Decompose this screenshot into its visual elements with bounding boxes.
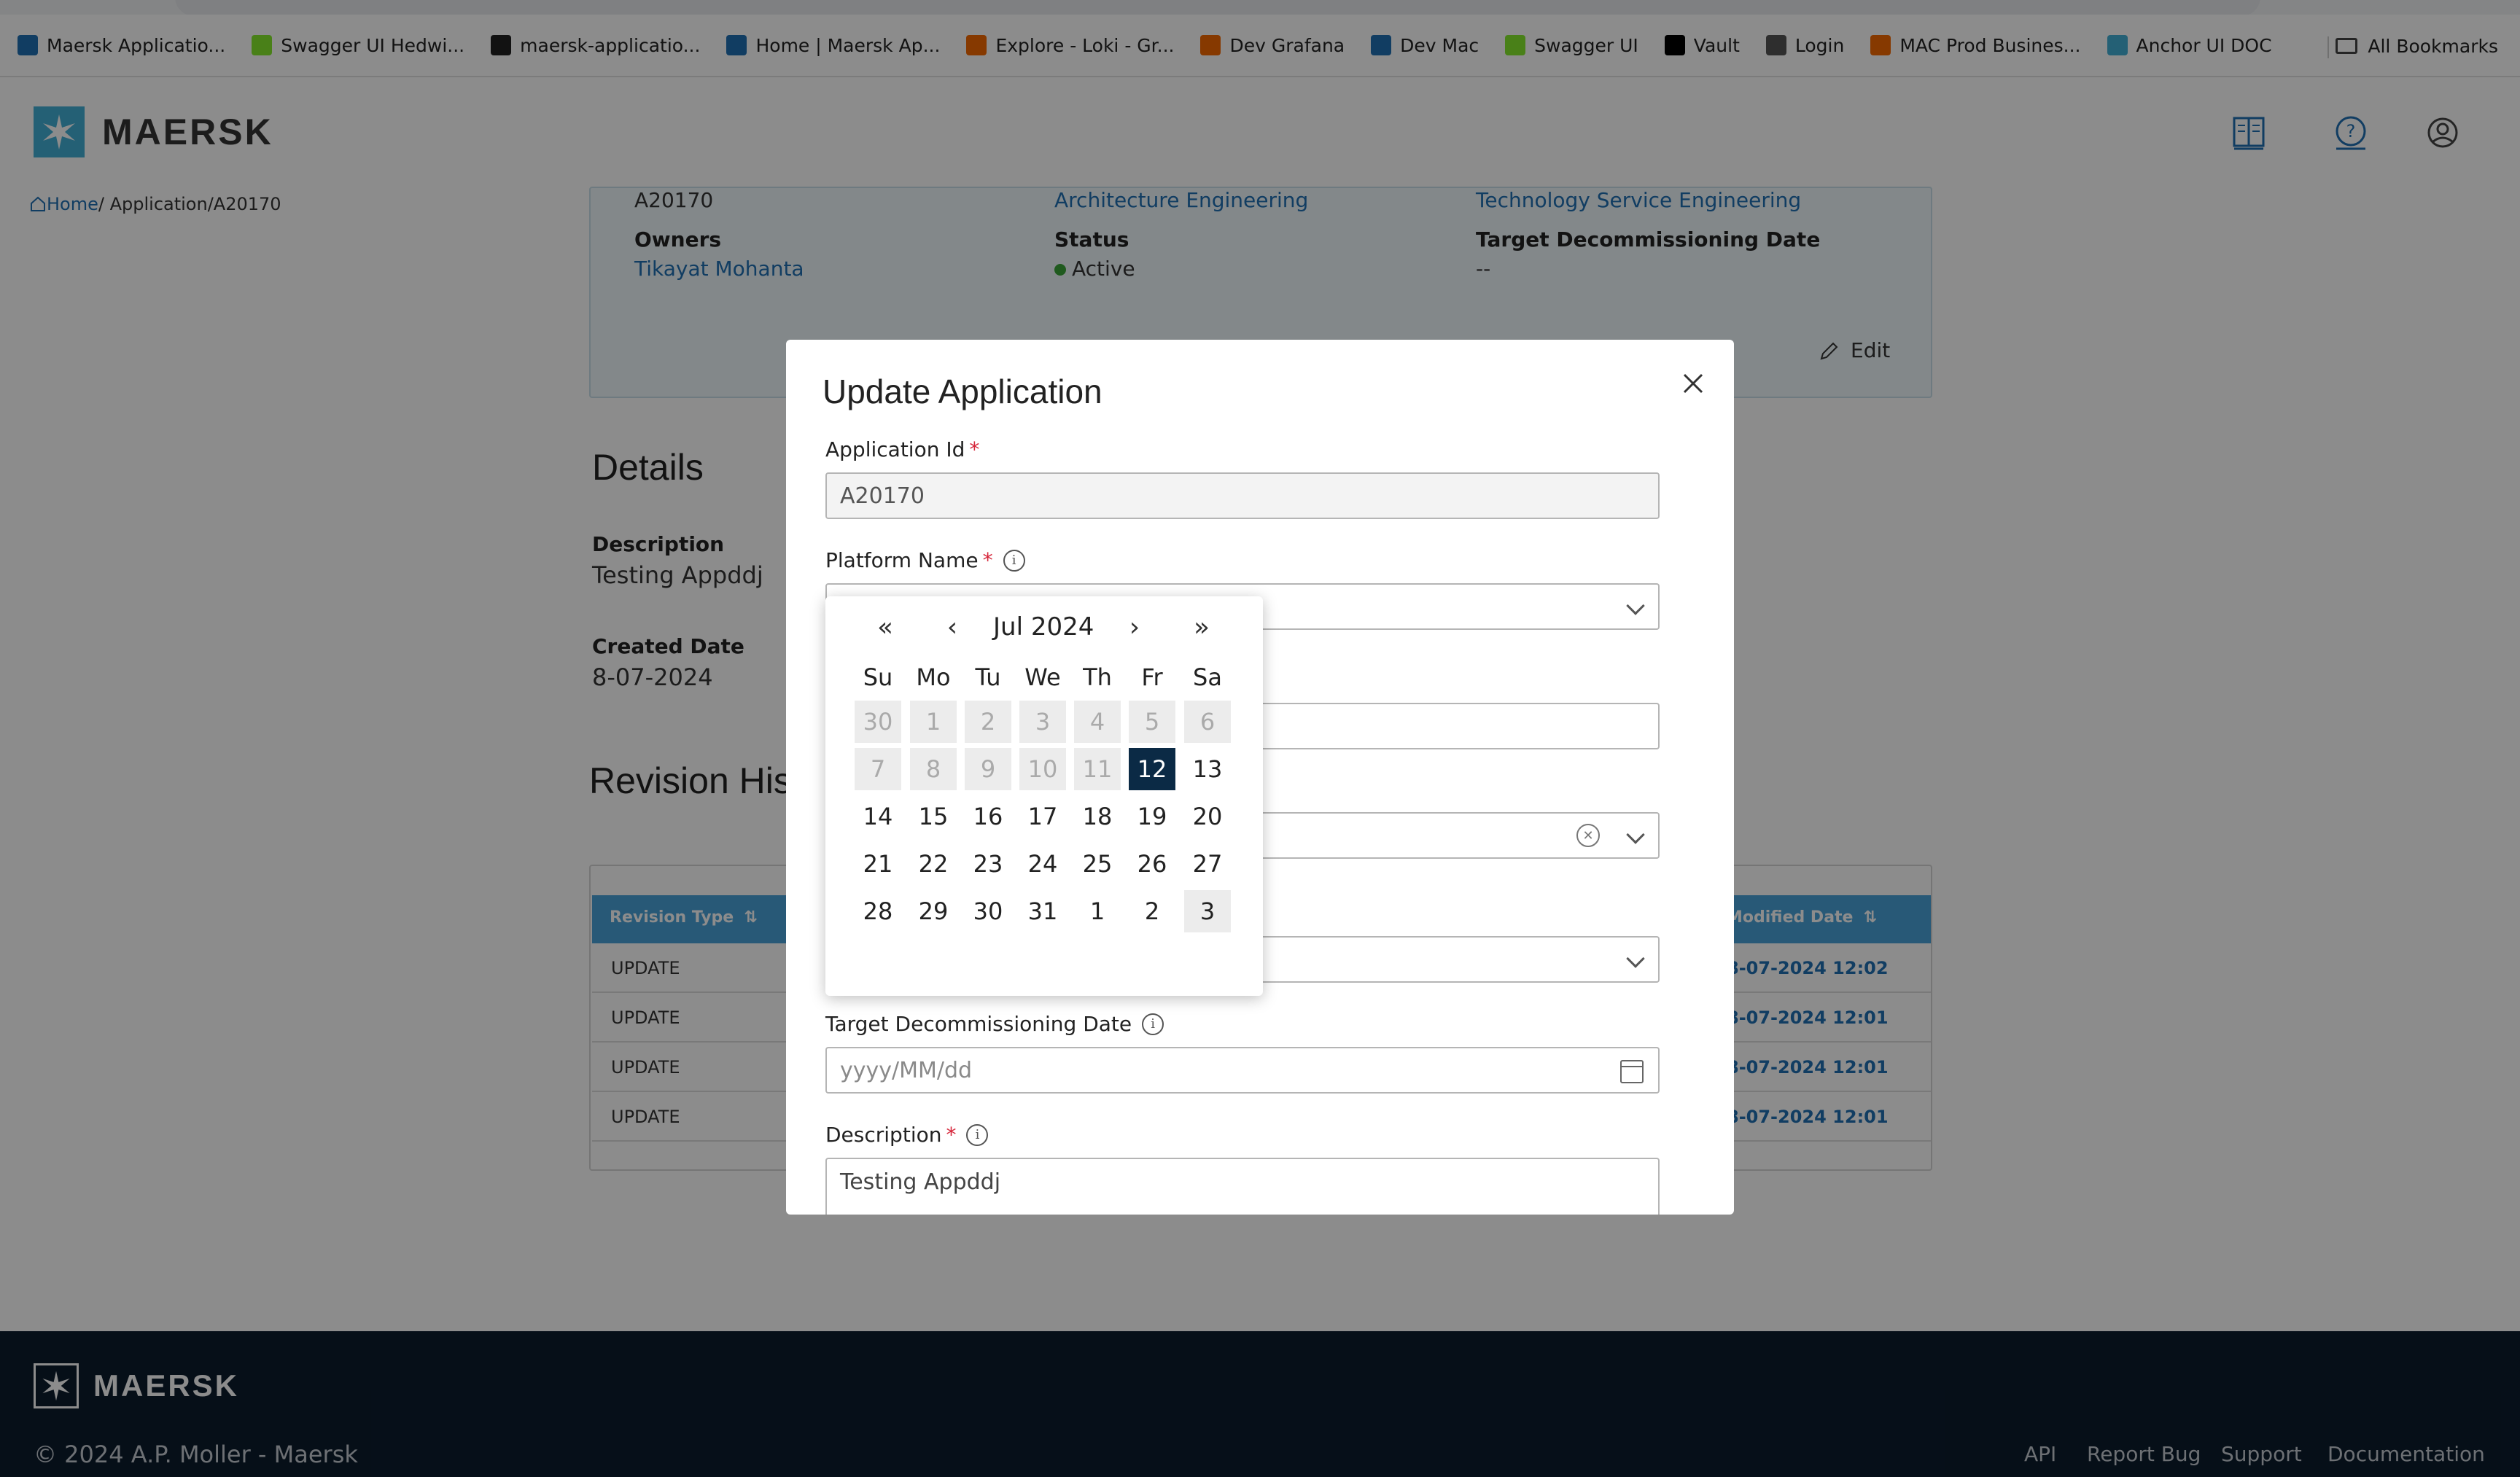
info-icon[interactable]: i: [1142, 1013, 1164, 1035]
chevron-down-icon: [1626, 596, 1645, 615]
prev-year-button[interactable]: «: [871, 612, 900, 642]
weekday-header: Mo: [916, 663, 951, 691]
close-icon[interactable]: [1677, 367, 1709, 400]
prev-month-button[interactable]: ‹: [938, 612, 967, 642]
calendar-day[interactable]: 22: [910, 843, 957, 885]
calendar-day[interactable]: 17: [1019, 795, 1066, 838]
calendar-day[interactable]: 26: [1129, 843, 1175, 885]
calendar-day[interactable]: 23: [965, 843, 1011, 885]
description-textarea-value: Testing Appddj: [840, 1169, 1001, 1195]
app-id-value: A20170: [840, 483, 925, 509]
calendar-day: 30: [855, 701, 901, 743]
decom-date-label-text: Target Decommissioning Date: [825, 1012, 1132, 1036]
platform-name-label: Platform Name * i: [825, 548, 1025, 572]
calendar-day[interactable]: 2: [1129, 890, 1175, 932]
required-marker: *: [946, 1123, 957, 1147]
calendar-day: 3: [1019, 701, 1066, 743]
next-year-button[interactable]: »: [1187, 612, 1216, 642]
calendar-day[interactable]: 29: [910, 890, 957, 932]
app-id-label: Application Id *: [825, 437, 979, 461]
calendar-day: 2: [965, 701, 1011, 743]
calendar-day[interactable]: 14: [855, 795, 901, 838]
calendar-day: 11: [1074, 748, 1121, 790]
calendar-day[interactable]: 30: [965, 890, 1011, 932]
chevron-down-icon: [1626, 825, 1645, 844]
modal-description-label: Description * i: [825, 1123, 989, 1147]
calendar-day[interactable]: 16: [965, 795, 1011, 838]
info-icon[interactable]: i: [1003, 549, 1025, 572]
calendar-day: 1: [910, 701, 957, 743]
calendar-day[interactable]: 24: [1019, 843, 1066, 885]
calendar-day[interactable]: 12: [1129, 748, 1175, 790]
calendar-day[interactable]: 3: [1184, 890, 1231, 932]
calendar-day[interactable]: 21: [855, 843, 901, 885]
weekday-header: Tu: [975, 663, 1001, 691]
calendar-day: 8: [910, 748, 957, 790]
clear-icon[interactable]: ✕: [1576, 824, 1600, 847]
modal-description-label-text: Description: [825, 1123, 942, 1147]
app-id-label-text: Application Id: [825, 437, 965, 461]
required-marker: *: [982, 548, 993, 572]
month-year-title[interactable]: Jul 2024: [993, 612, 1094, 642]
calendar-day: 4: [1074, 701, 1121, 743]
modal-title: Update Application: [822, 373, 1102, 410]
calendar-day[interactable]: 20: [1184, 795, 1231, 838]
description-textarea[interactable]: Testing Appddj: [825, 1158, 1660, 1215]
calendar-day[interactable]: 19: [1129, 795, 1175, 838]
decom-date-placeholder: yyyy/MM/dd: [840, 1057, 973, 1083]
calendar-day[interactable]: 13: [1184, 748, 1231, 790]
calendar-day: 9: [965, 748, 1011, 790]
month-label[interactable]: Jul: [993, 612, 1023, 642]
calendar-day[interactable]: 25: [1074, 843, 1121, 885]
calendar-day: 6: [1184, 701, 1231, 743]
calendar-icon[interactable]: [1620, 1060, 1644, 1083]
next-month-button[interactable]: ›: [1120, 612, 1149, 642]
date-picker-popup: « ‹ Jul 2024 › » Su Mo Tu We Th Fr Sa 30 1 2 3 4 5 6 7…: [825, 596, 1263, 996]
decom-date-input[interactable]: yyyy/MM/dd: [825, 1047, 1660, 1094]
calendar-day[interactable]: 31: [1019, 890, 1066, 932]
calendar-day[interactable]: 28: [855, 890, 901, 932]
calendar-day: 5: [1129, 701, 1175, 743]
chevron-down-icon: [1626, 949, 1645, 968]
calendar-day[interactable]: 18: [1074, 795, 1121, 838]
info-icon[interactable]: i: [966, 1123, 989, 1146]
calendar-day[interactable]: 1: [1074, 890, 1121, 932]
decom-date-label: Target Decommissioning Date i: [825, 1012, 1164, 1036]
weekday-header: Sa: [1193, 663, 1222, 691]
app-id-field[interactable]: A20170: [825, 472, 1660, 519]
calendar-day: 10: [1019, 748, 1066, 790]
required-marker: *: [969, 437, 980, 461]
weekday-header: Su: [863, 663, 893, 691]
calendar-day: 7: [855, 748, 901, 790]
calendar-day[interactable]: 15: [910, 795, 957, 838]
platform-name-label-text: Platform Name: [825, 548, 979, 572]
weekday-header: We: [1024, 663, 1061, 691]
calendar-day[interactable]: 27: [1184, 843, 1231, 885]
year-label[interactable]: 2024: [1031, 612, 1094, 642]
weekday-header: Th: [1083, 663, 1112, 691]
weekday-header: Fr: [1141, 663, 1163, 691]
